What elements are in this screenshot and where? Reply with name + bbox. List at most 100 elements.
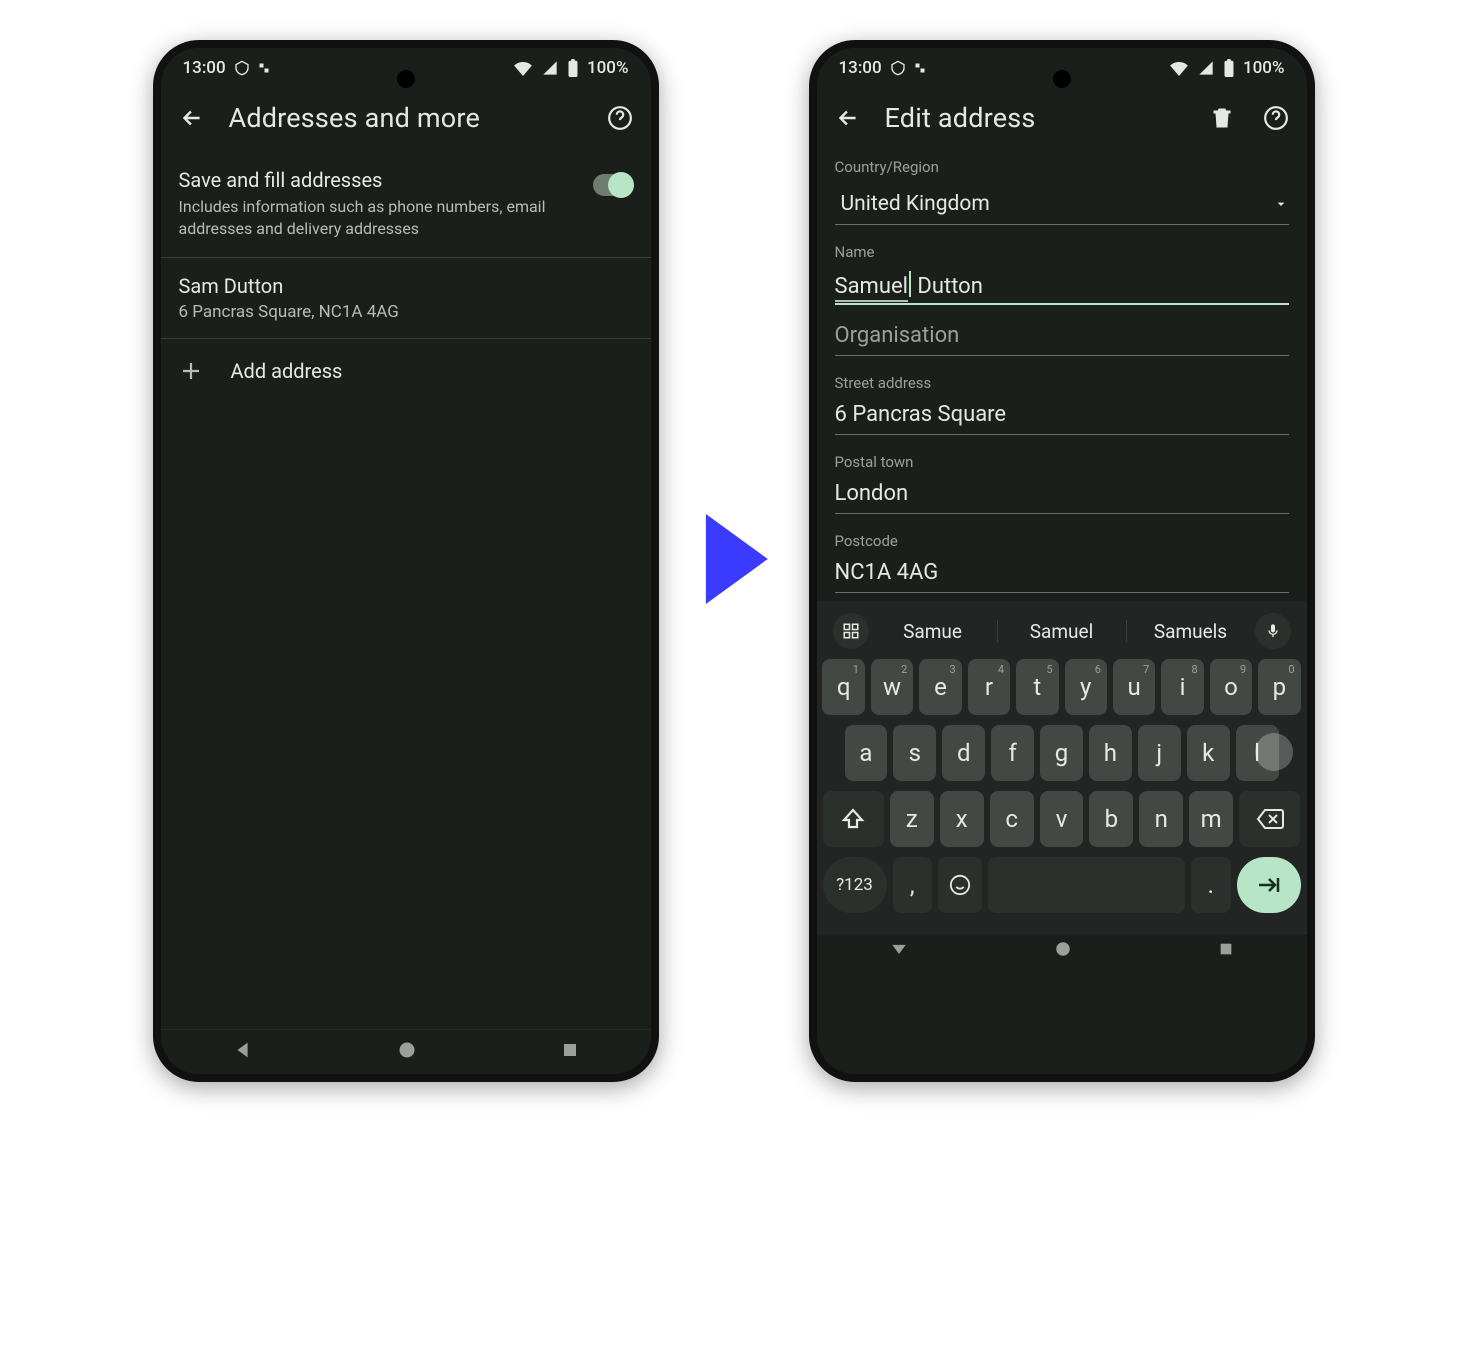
- help-icon: [607, 105, 633, 131]
- nav-back-button[interactable]: [889, 939, 909, 963]
- key-x[interactable]: x: [940, 791, 984, 847]
- shift-key[interactable]: [823, 791, 884, 847]
- period-key[interactable]: .: [1191, 857, 1230, 913]
- street-value: 6 Pancras Square: [835, 402, 1289, 430]
- town-field[interactable]: Postal town London: [835, 453, 1289, 514]
- organisation-field[interactable]: Organisation: [835, 323, 1289, 356]
- town-value: London: [835, 481, 1289, 509]
- key-k[interactable]: k: [1187, 725, 1230, 781]
- key-s[interactable]: s: [893, 725, 936, 781]
- enter-key[interactable]: [1237, 857, 1301, 913]
- street-field[interactable]: Street address 6 Pancras Square: [835, 374, 1289, 435]
- key-w[interactable]: w2: [871, 659, 913, 715]
- nav-recent-button[interactable]: [561, 1041, 579, 1063]
- system-nav: [161, 1029, 651, 1074]
- organisation-placeholder: Organisation: [835, 323, 1289, 351]
- shield-icon: [234, 60, 250, 76]
- key-e[interactable]: e3: [919, 659, 961, 715]
- suggestion-2[interactable]: Samuel: [1006, 614, 1118, 649]
- mic-icon: [1265, 622, 1281, 640]
- arrow-left-icon: [835, 105, 861, 131]
- grid-icon: [842, 622, 860, 640]
- speaker-hole: [1053, 70, 1071, 88]
- key-l[interactable]: l: [1236, 725, 1279, 781]
- key-n[interactable]: n: [1139, 791, 1183, 847]
- phone-left: 13:00 100% Addresses and more Save and f…: [153, 40, 659, 1082]
- key-d[interactable]: d: [942, 725, 985, 781]
- key-p[interactable]: p0: [1258, 659, 1300, 715]
- key-u[interactable]: u7: [1113, 659, 1155, 715]
- key-b[interactable]: b: [1089, 791, 1133, 847]
- key-y[interactable]: y6: [1065, 659, 1107, 715]
- help-button[interactable]: [603, 105, 637, 131]
- suggestion-1[interactable]: Samue: [877, 614, 989, 649]
- key-v[interactable]: v: [1040, 791, 1084, 847]
- delete-button[interactable]: [1205, 106, 1239, 130]
- battery-icon: [1223, 59, 1235, 77]
- circle-icon: [397, 1040, 417, 1060]
- speaker-hole: [397, 70, 415, 88]
- signal-icon: [1197, 60, 1215, 76]
- plus-icon: [179, 359, 203, 383]
- postcode-label: Postcode: [835, 532, 1289, 550]
- setting-subtitle: Includes information such as phone numbe…: [179, 196, 579, 241]
- trash-icon: [1210, 106, 1234, 130]
- circle-icon: [1054, 940, 1072, 958]
- status-time: 13:00: [183, 58, 226, 78]
- key-g[interactable]: g: [1040, 725, 1083, 781]
- app-bar: Addresses and more: [161, 78, 651, 152]
- square-icon: [561, 1041, 579, 1059]
- backspace-icon: [1256, 808, 1284, 830]
- setting-title: Save and fill addresses: [179, 168, 579, 192]
- status-time: 13:00: [839, 58, 882, 78]
- address-entry[interactable]: Sam Dutton 6 Pancras Square, NC1A 4AG: [161, 257, 651, 338]
- voice-input-button[interactable]: [1255, 613, 1291, 649]
- postcode-value: NC1A 4AG: [835, 560, 1289, 588]
- triangle-down-icon: [889, 939, 909, 959]
- symbols-key[interactable]: ?123: [823, 857, 887, 913]
- transition-arrow: [699, 514, 769, 608]
- system-nav: [817, 933, 1307, 968]
- emoji-key[interactable]: [938, 857, 982, 913]
- postcode-field[interactable]: Postcode NC1A 4AG: [835, 532, 1289, 593]
- key-m[interactable]: m: [1189, 791, 1233, 847]
- back-button[interactable]: [175, 105, 209, 131]
- entry-address: 6 Pancras Square, NC1A 4AG: [179, 302, 633, 322]
- help-button[interactable]: [1259, 105, 1293, 131]
- add-address-button[interactable]: Add address: [161, 338, 651, 403]
- suggestion-bar: Samue Samuel Samuels: [823, 607, 1301, 659]
- key-r[interactable]: r4: [968, 659, 1010, 715]
- page-title: Addresses and more: [229, 102, 583, 134]
- plus-small-icon: [258, 62, 270, 74]
- key-t[interactable]: t5: [1016, 659, 1058, 715]
- suggestion-3[interactable]: Samuels: [1135, 614, 1247, 649]
- nav-back-button[interactable]: [232, 1039, 254, 1065]
- key-z[interactable]: z: [890, 791, 934, 847]
- nav-recent-button[interactable]: [1218, 941, 1234, 961]
- plus-small-icon: [914, 62, 926, 74]
- comma-key[interactable]: ,: [893, 857, 932, 913]
- country-label: Country/Region: [835, 158, 1289, 176]
- back-button[interactable]: [831, 105, 865, 131]
- key-h[interactable]: h: [1089, 725, 1132, 781]
- key-j[interactable]: j: [1138, 725, 1181, 781]
- signal-icon: [541, 60, 559, 76]
- backspace-key[interactable]: [1239, 791, 1300, 847]
- nav-home-button[interactable]: [397, 1040, 417, 1064]
- street-label: Street address: [835, 374, 1289, 392]
- key-i[interactable]: i8: [1161, 659, 1203, 715]
- stickers-button[interactable]: [833, 613, 869, 649]
- country-field[interactable]: Country/Region United Kingdom: [835, 158, 1289, 225]
- key-f[interactable]: f: [991, 725, 1034, 781]
- key-q[interactable]: q1: [822, 659, 864, 715]
- nav-home-button[interactable]: [1054, 940, 1072, 962]
- save-fill-setting[interactable]: Save and fill addresses Includes informa…: [161, 152, 651, 257]
- key-c[interactable]: c: [990, 791, 1034, 847]
- save-fill-toggle[interactable]: [593, 174, 633, 196]
- key-a[interactable]: a: [845, 725, 888, 781]
- key-o[interactable]: o9: [1210, 659, 1252, 715]
- space-key[interactable]: [988, 857, 1185, 913]
- next-icon: [1256, 875, 1282, 895]
- name-field[interactable]: Name Samuel Dutton: [835, 243, 1289, 305]
- town-label: Postal town: [835, 453, 1289, 471]
